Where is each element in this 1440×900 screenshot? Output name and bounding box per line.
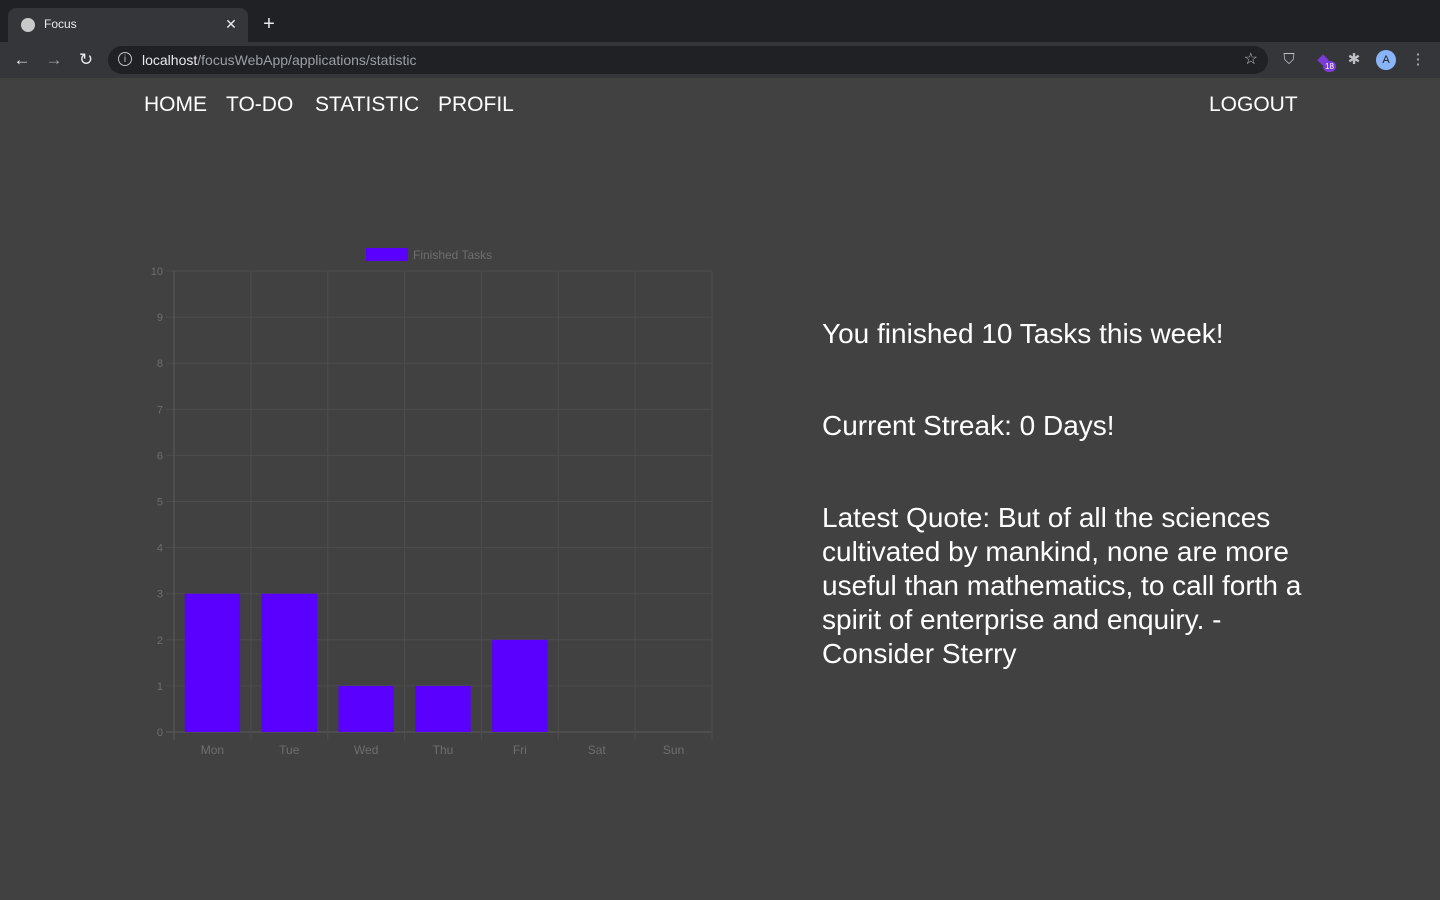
legend-swatch: [366, 248, 408, 261]
y-tick-label: 5: [157, 497, 163, 509]
y-tick-label: 7: [157, 404, 163, 416]
bar[interactable]: [338, 685, 394, 732]
y-tick-label: 9: [157, 312, 163, 324]
bar[interactable]: [261, 593, 317, 732]
finished-tasks-text: You finished 10 Tasks this week!: [822, 318, 1224, 349]
favicon-icon: [21, 18, 35, 32]
close-tab-icon[interactable]: ✕: [222, 15, 240, 33]
x-tick-label: Tue: [279, 743, 300, 757]
nav-home[interactable]: HOME: [144, 93, 207, 117]
browser-tab[interactable]: Focus ✕: [8, 8, 248, 42]
quote-text: Latest Quote: But of all the sciences cu…: [822, 502, 1302, 669]
y-tick-label: 2: [157, 635, 163, 647]
browser-toolbar: ← → ↻ i localhost/focusWebApp/applicatio…: [0, 42, 1440, 78]
bar[interactable]: [415, 685, 471, 732]
tab-title: Focus: [44, 17, 77, 31]
forward-icon[interactable]: →: [44, 50, 64, 70]
extension-badge: 18: [1323, 61, 1336, 72]
extension-icon[interactable]: ◆ 18: [1313, 50, 1336, 72]
y-tick-label: 1: [157, 681, 163, 693]
x-tick-label: Wed: [354, 743, 378, 757]
info-icon[interactable]: i: [118, 52, 132, 66]
url-text: localhost/focusWebApp/applications/stati…: [142, 52, 417, 68]
nav-statistic[interactable]: STATISTIC: [315, 93, 419, 117]
y-tick-label: 0: [157, 727, 163, 739]
nav-todo[interactable]: TO-DO: [226, 93, 293, 117]
puzzle-icon[interactable]: ✱: [1344, 50, 1364, 70]
x-tick-label: Mon: [201, 743, 224, 757]
finished-tasks-chart: 0 1 2 3 4 5 6 7 8 9 10 Mon Tue Wed Thu Fri Sat Sun Finishe…: [151, 248, 713, 757]
nav-profil[interactable]: PROFIL: [438, 93, 514, 117]
reload-icon[interactable]: ↻: [76, 50, 96, 70]
bar[interactable]: [184, 593, 241, 732]
new-tab-icon[interactable]: +: [258, 13, 280, 35]
nav-logout[interactable]: LOGOUT: [1209, 93, 1298, 117]
x-tick-label: Sat: [588, 743, 607, 757]
x-tick-label: Thu: [433, 743, 454, 757]
x-tick-label: Sun: [663, 743, 684, 757]
y-tick-label: 4: [157, 543, 163, 555]
y-tick-label: 3: [157, 589, 163, 601]
y-tick-label: 6: [157, 450, 163, 462]
back-icon[interactable]: ←: [12, 50, 32, 70]
menu-icon[interactable]: ⋮: [1408, 50, 1428, 70]
x-tick-label: Fri: [513, 743, 527, 757]
address-bar[interactable]: i localhost/focusWebApp/applications/sta…: [108, 46, 1268, 74]
y-tick-label: 10: [151, 266, 163, 278]
legend-label: Finished Tasks: [413, 248, 492, 262]
avatar[interactable]: A: [1376, 50, 1396, 70]
y-tick-label: 8: [157, 358, 163, 370]
streak-text: Current Streak: 0 Days!: [822, 410, 1115, 441]
shield-icon[interactable]: ⛉: [1279, 50, 1299, 70]
browser-tab-bar: Focus ✕ +: [0, 0, 1440, 42]
star-icon[interactable]: ☆: [1244, 49, 1258, 69]
bar[interactable]: [492, 639, 548, 732]
